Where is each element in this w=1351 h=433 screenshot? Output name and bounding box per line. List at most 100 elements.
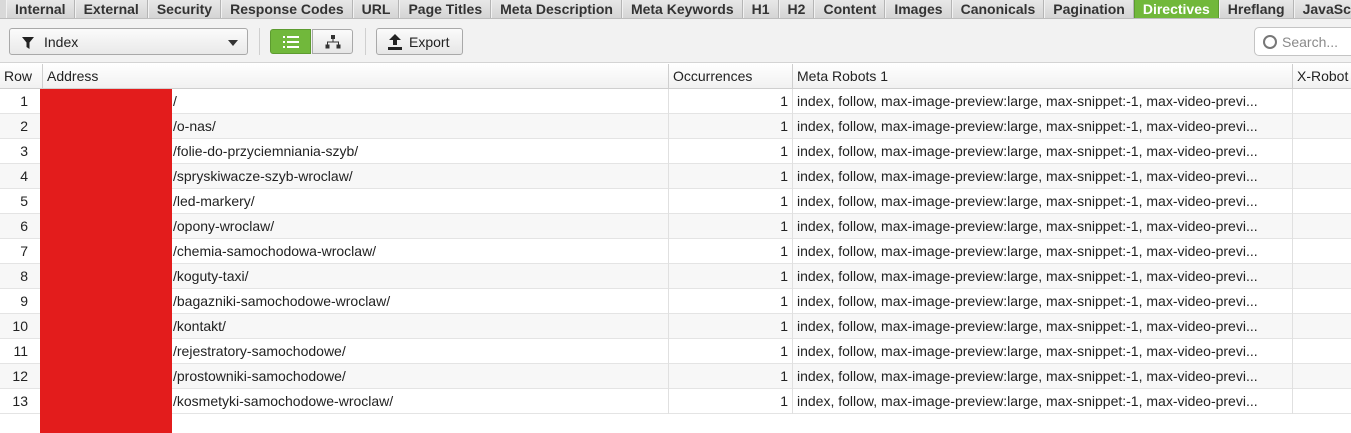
x-robots-cell — [1293, 289, 1351, 314]
filter-dropdown[interactable]: Index — [9, 28, 248, 55]
table-row[interactable]: 13/kosmetyki-samochodowe-wroclaw/1 index,… — [0, 389, 1351, 414]
row-number-cell: 12 — [0, 364, 43, 389]
tab-canonicals[interactable]: Canonicals — [951, 0, 1045, 18]
meta-robots-cell: index, follow, max-image-preview:large, … — [793, 239, 1293, 264]
column-header-meta-robots[interactable]: Meta Robots 1 — [793, 64, 1293, 89]
tab-bar: Internal External Security Response Codes UR… — [0, 0, 1351, 19]
tab-pagination[interactable]: Pagination — [1044, 0, 1134, 18]
table-header: Row Address Occurrences Meta Robots 1 X-… — [0, 64, 1351, 89]
export-button[interactable]: Export — [376, 28, 463, 55]
tab-security[interactable]: Security — [147, 0, 222, 18]
x-robots-cell — [1293, 89, 1351, 114]
meta-robots-cell: index, follow, max-image-preview:large, … — [793, 364, 1293, 389]
meta-robots-cell: index, follow, max-image-preview:large, … — [793, 264, 1293, 289]
list-view-icon — [283, 36, 299, 48]
filter-icon — [22, 37, 34, 49]
occurrences-cell: 1 — [669, 189, 793, 214]
row-number-cell: 5 — [0, 189, 43, 214]
upload-icon — [388, 34, 402, 50]
meta-robots-cell: index, follow, max-image-preview:large, … — [793, 314, 1293, 339]
tab-meta-description[interactable]: Meta Description — [491, 0, 622, 18]
meta-robots-cell: index, follow, max-image-preview:large, … — [793, 389, 1293, 414]
tab-page-titles[interactable]: Page Titles — [399, 0, 492, 18]
tab-meta-keywords[interactable]: Meta Keywords — [621, 0, 743, 18]
occurrences-cell: 1 — [669, 89, 793, 114]
row-number-cell: 3 — [0, 139, 43, 164]
x-robots-cell — [1293, 339, 1351, 364]
export-label: Export — [409, 34, 450, 50]
tab-response-codes[interactable]: Response Codes — [221, 0, 353, 18]
occurrences-cell: 1 — [669, 139, 793, 164]
table-row[interactable]: 7/chemia-samochodowa-wroclaw/1 index, fol… — [0, 239, 1351, 264]
column-header-address[interactable]: Address — [43, 64, 669, 89]
column-header-occurrences[interactable]: Occurrences — [669, 64, 793, 89]
tab-list: Internal External Security Response Codes UR… — [6, 0, 1351, 18]
row-number-cell: 7 — [0, 239, 43, 264]
tab-h1[interactable]: H1 — [742, 0, 779, 18]
table-row[interactable]: 10/kontakt/1 index, follow, max-image-pre… — [0, 314, 1351, 339]
occurrences-cell: 1 — [669, 364, 793, 389]
occurrences-cell: 1 — [669, 264, 793, 289]
meta-robots-cell: index, follow, max-image-preview:large, … — [793, 214, 1293, 239]
tab-images[interactable]: Images — [885, 0, 952, 18]
meta-robots-cell: index, follow, max-image-preview:large, … — [793, 189, 1293, 214]
tab-external[interactable]: External — [74, 0, 148, 18]
row-number-cell: 13 — [0, 389, 43, 414]
chevron-down-icon — [228, 40, 238, 46]
search-input[interactable] — [1282, 33, 1351, 51]
occurrences-cell: 1 — [669, 214, 793, 239]
meta-robots-cell: index, follow, max-image-preview:large, … — [793, 339, 1293, 364]
redaction-block — [40, 89, 172, 433]
row-number-cell: 11 — [0, 339, 43, 364]
search-icon — [1263, 35, 1277, 49]
table-row[interactable]: 4/spryskiwacze-szyb-wroclaw/1 index, foll… — [0, 164, 1351, 189]
occurrences-cell: 1 — [669, 314, 793, 339]
table-row[interactable]: 12/prostowniki-samochodowe/1 index, follo… — [0, 364, 1351, 389]
meta-robots-cell: index, follow, max-image-preview:large, … — [793, 89, 1293, 114]
tab-internal[interactable]: Internal — [6, 0, 75, 18]
meta-robots-cell: index, follow, max-image-preview:large, … — [793, 164, 1293, 189]
occurrences-cell: 1 — [669, 389, 793, 414]
x-robots-cell — [1293, 239, 1351, 264]
x-robots-cell — [1293, 189, 1351, 214]
x-robots-cell — [1293, 389, 1351, 414]
column-header-row[interactable]: Row — [0, 64, 43, 89]
x-robots-cell — [1293, 139, 1351, 164]
row-number-cell: 9 — [0, 289, 43, 314]
x-robots-cell — [1293, 364, 1351, 389]
toolbar-divider — [259, 28, 260, 55]
meta-robots-cell: index, follow, max-image-preview:large, … — [793, 289, 1293, 314]
row-number-cell: 6 — [0, 214, 43, 239]
search-box[interactable] — [1254, 27, 1351, 56]
tab-content[interactable]: Content — [814, 0, 886, 18]
x-robots-cell — [1293, 264, 1351, 289]
table-row[interactable]: 6/opony-wroclaw/1 index, follow, max-imag… — [0, 214, 1351, 239]
x-robots-cell — [1293, 114, 1351, 139]
x-robots-cell — [1293, 214, 1351, 239]
occurrences-cell: 1 — [669, 339, 793, 364]
occurrences-cell: 1 — [669, 114, 793, 139]
tab-directives[interactable]: Directives — [1133, 0, 1219, 18]
table-row[interactable]: 9/bagazniki-samochodowe-wroclaw/1 index, … — [0, 289, 1351, 314]
tree-view-icon — [325, 35, 341, 49]
tab-url[interactable]: URL — [352, 0, 400, 18]
table-row[interactable]: 1/1 index, follow, max-image-preview:larg… — [0, 89, 1351, 114]
tab-javascri[interactable]: JavaScri — [1293, 0, 1351, 18]
row-number-cell: 4 — [0, 164, 43, 189]
row-number-cell: 2 — [0, 114, 43, 139]
table-row[interactable]: 11/rejestratory-samochodowe/1 index, foll… — [0, 339, 1351, 364]
table-row[interactable]: 5/led-markery/1 index, follow, max-image-… — [0, 189, 1351, 214]
column-header-x-robots[interactable]: X-Robot — [1293, 64, 1351, 89]
tree-view-button[interactable] — [312, 29, 353, 54]
occurrences-cell: 1 — [669, 289, 793, 314]
table-row[interactable]: 8/koguty-taxi/1 index, follow, max-image-… — [0, 264, 1351, 289]
x-robots-cell — [1293, 164, 1351, 189]
table-row[interactable]: 2/o-nas/1 index, follow, max-image-previe… — [0, 114, 1351, 139]
tab-hreflang[interactable]: Hreflang — [1218, 0, 1294, 18]
occurrences-cell: 1 — [669, 239, 793, 264]
row-number-cell: 8 — [0, 264, 43, 289]
table-row[interactable]: 3/folie-do-przyciemniania-szyb/1 index, f… — [0, 139, 1351, 164]
tab-h2[interactable]: H2 — [778, 0, 815, 18]
list-view-button[interactable] — [270, 29, 311, 54]
x-robots-cell — [1293, 314, 1351, 339]
